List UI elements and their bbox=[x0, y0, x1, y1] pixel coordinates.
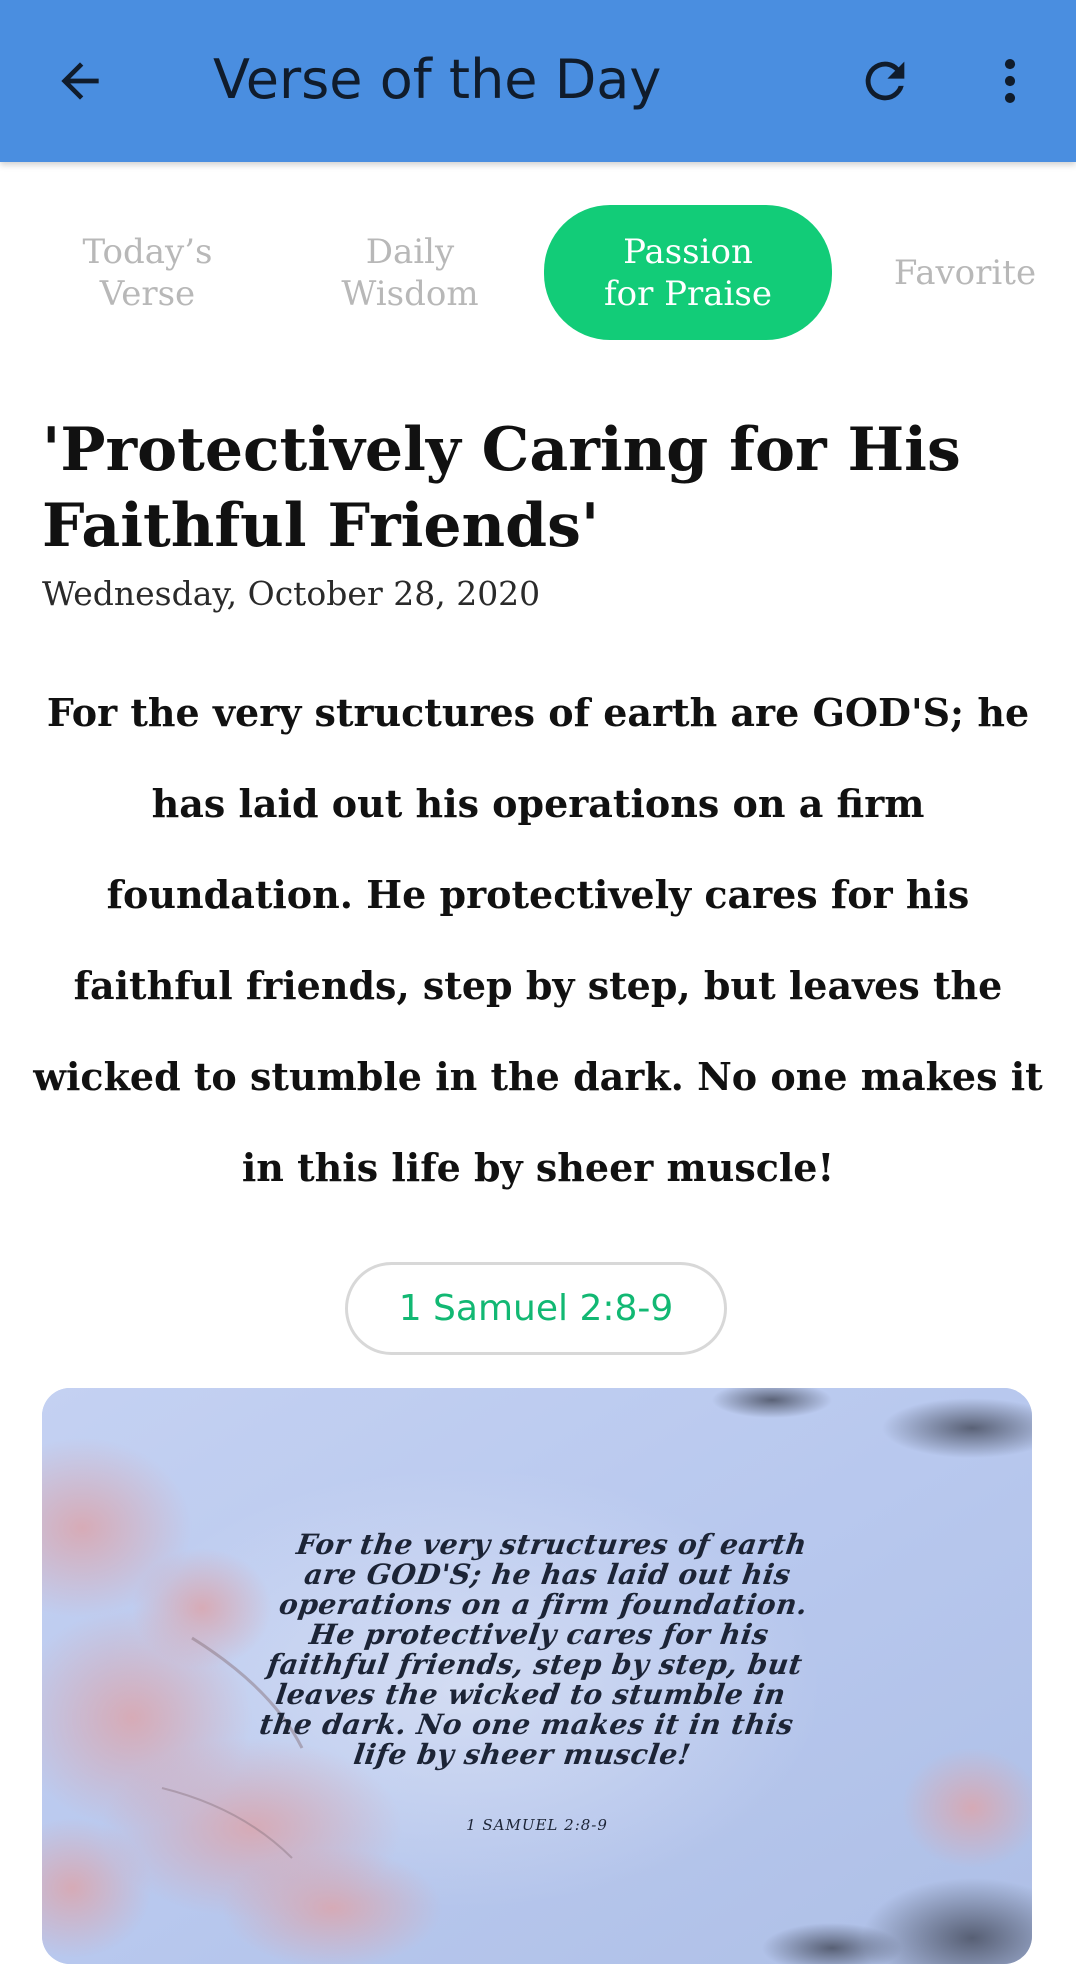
more-vertical-icon bbox=[1004, 59, 1016, 103]
refresh-button[interactable] bbox=[845, 41, 925, 121]
more-options-button[interactable] bbox=[970, 41, 1050, 121]
back-button[interactable] bbox=[40, 41, 120, 121]
tab-bar: Today’s Verse Daily Wisdom Passion for P… bbox=[0, 205, 1076, 340]
refresh-icon bbox=[865, 61, 905, 101]
tab-favorite[interactable]: Favorite bbox=[870, 205, 1060, 340]
tab-label-line1: Daily bbox=[365, 231, 455, 272]
tab-label-line1: Passion bbox=[623, 231, 753, 272]
tab-daily-wisdom[interactable]: Daily Wisdom bbox=[300, 205, 520, 340]
tab-label-line2: Verse bbox=[99, 273, 196, 314]
tab-label: Favorite bbox=[893, 252, 1037, 293]
tab-label-line1: Today’s bbox=[82, 231, 213, 272]
tab-label-line2: for Praise bbox=[604, 273, 772, 314]
verse-title: 'Protectively Caring for His Faithful Fr… bbox=[42, 415, 961, 561]
image-verse-reference: 1 SAMUEL 2:8-9 bbox=[466, 1816, 608, 1834]
verse-text: For the very structures of earth are GOD… bbox=[33, 690, 1043, 1190]
verse-image[interactable]: For the very structures of earth are GOD… bbox=[42, 1388, 1032, 1964]
app-bar: Verse of the Day bbox=[0, 0, 1076, 162]
tab-label-line2: Wisdom bbox=[341, 273, 479, 314]
tab-todays-verse[interactable]: Today’s Verse bbox=[40, 205, 255, 340]
verse-reference-button[interactable]: 1 Samuel 2:8-9 bbox=[345, 1262, 727, 1355]
tab-passion-for-praise[interactable]: Passion for Praise bbox=[544, 205, 832, 340]
verse-date: Wednesday, October 28, 2020 bbox=[42, 574, 541, 613]
arrow-left-icon bbox=[61, 62, 99, 100]
app-title: Verse of the Day bbox=[213, 48, 662, 111]
image-verse-text: For the very structures of earth are GOD… bbox=[257, 1528, 810, 1771]
